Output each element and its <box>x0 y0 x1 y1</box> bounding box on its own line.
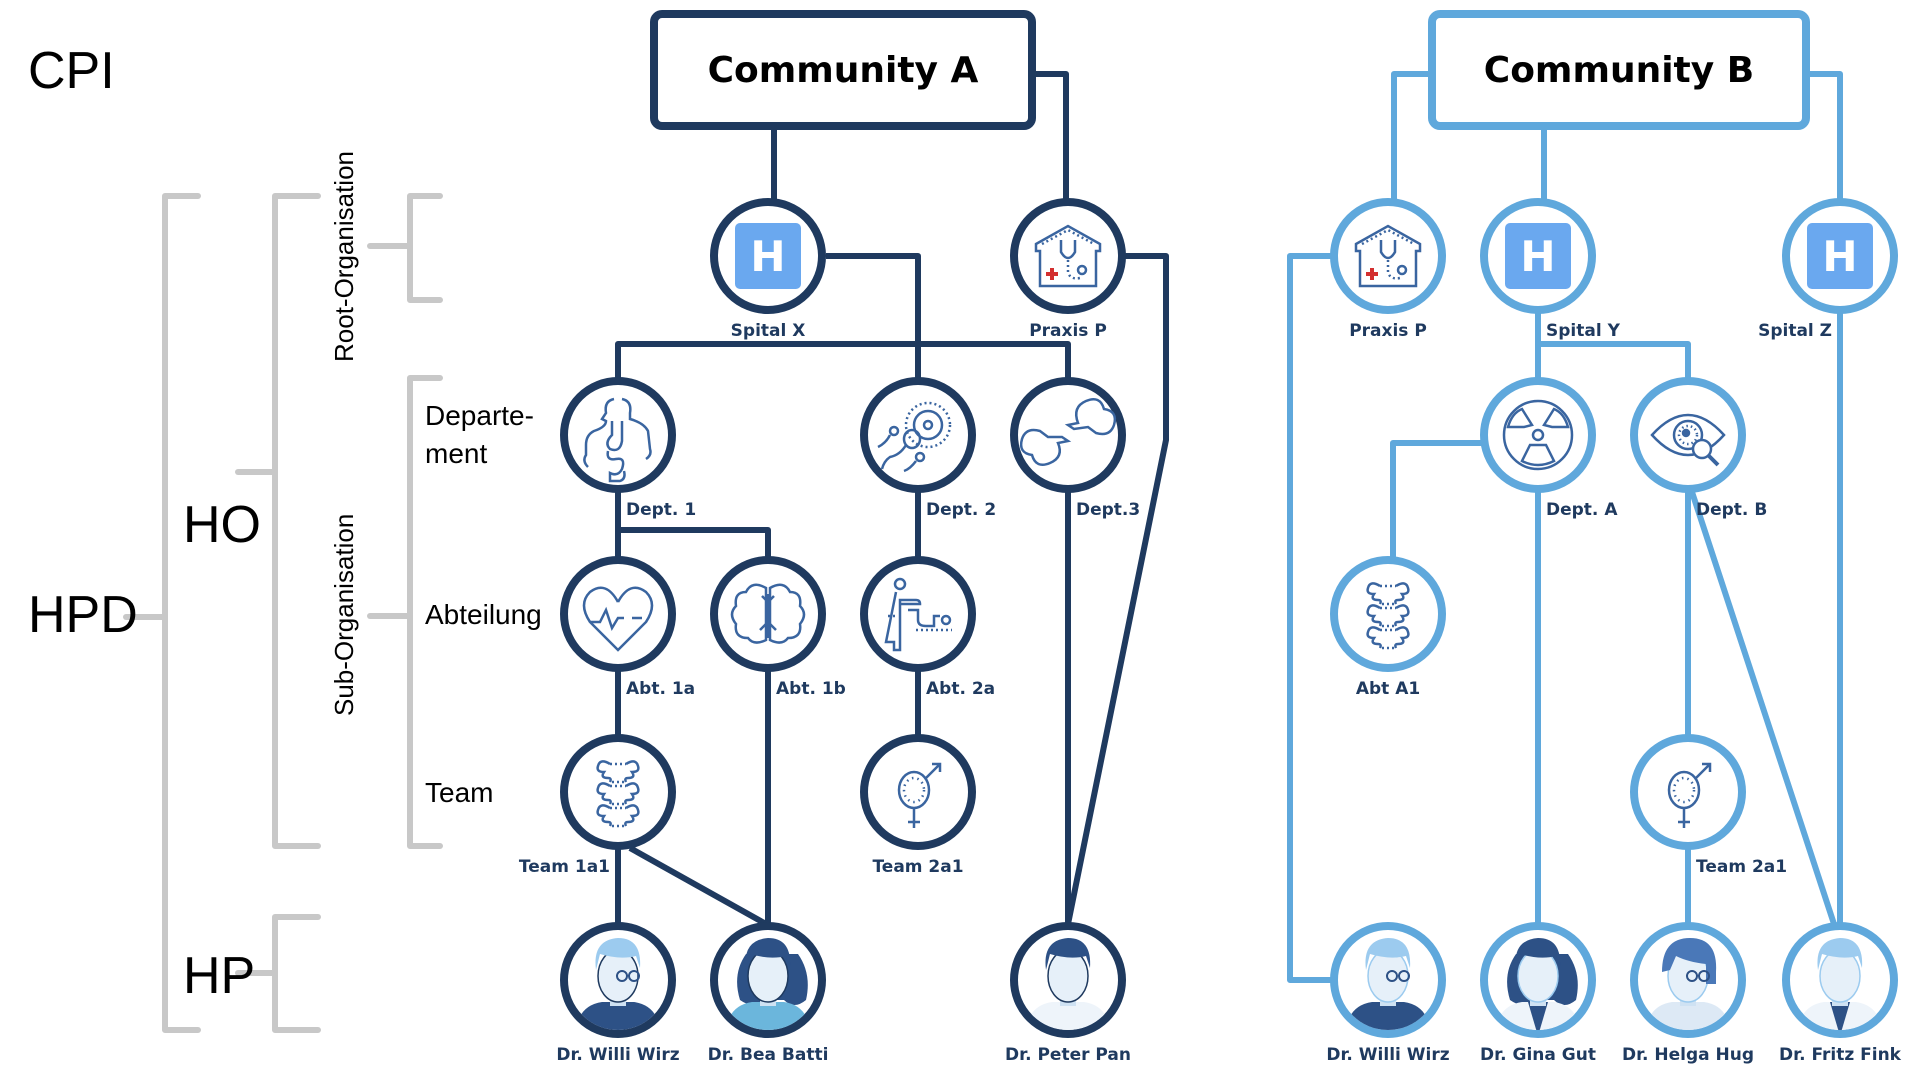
departement-label-2: ment <box>425 438 487 469</box>
community-a-node-team2a1[interactable]: Team 2a1 <box>860 734 976 877</box>
sub-org-label: Sub-Organisation <box>329 514 359 716</box>
community-a-node-abt2a[interactable]: Abt. 2a <box>860 556 995 699</box>
ho-bracket <box>272 193 321 849</box>
node-label: Dr. Bea Batti <box>708 1045 829 1065</box>
node-circle[interactable] <box>860 734 976 850</box>
community-b-node-spital_y[interactable]: Spital Y <box>1480 198 1621 341</box>
hpd-label: HPD <box>28 586 138 644</box>
community-b-node-willi[interactable]: Dr. Willi Wirz <box>1326 922 1450 1065</box>
community-a-node-abt1b[interactable]: Abt. 1b <box>710 556 846 699</box>
community-a-node-dept2[interactable]: Dept. 2 <box>860 377 996 520</box>
node-circle[interactable] <box>1330 556 1446 672</box>
ho-label: HO <box>183 496 261 554</box>
node-circle[interactable] <box>1010 198 1126 314</box>
node-label: Dept. 2 <box>926 500 996 520</box>
abteilung-label: Abteilung <box>425 599 542 630</box>
node-label: Spital Z <box>1758 321 1832 341</box>
team-label: Team <box>425 777 493 808</box>
node-label: Dr. Gina Gut <box>1480 1045 1596 1065</box>
node-circle[interactable] <box>1010 377 1126 493</box>
community-b-title: Community B <box>1484 50 1754 91</box>
node-label: Abt. 1a <box>626 679 695 699</box>
departement-label-1: Departe- <box>425 400 534 431</box>
node-label: Spital X <box>731 321 806 341</box>
community-a-node-bea[interactable]: Dr. Bea Batti <box>708 922 829 1065</box>
legend <box>123 193 443 1033</box>
node-label: Dr. Helga Hug <box>1622 1045 1754 1065</box>
hpd-bracket <box>162 193 201 1033</box>
community-diagram: H <box>28 10 1902 1065</box>
node-circle[interactable] <box>1480 377 1596 493</box>
node-label: Abt. 2a <box>926 679 995 699</box>
hp-bracket <box>272 914 321 1033</box>
community-a-title: Community A <box>708 50 979 91</box>
node-label: Praxis P <box>1349 321 1427 341</box>
node-label: Abt. 1b <box>776 679 846 699</box>
node-label: Dr. Willi Wirz <box>1326 1045 1449 1065</box>
community-a-node-dept1[interactable]: Dept. 1 <box>560 377 696 520</box>
community-b-node-team2a1[interactable]: Team 2a1 <box>1630 734 1787 877</box>
node-label: Team 2a1 <box>872 857 963 877</box>
node-label: Abt A1 <box>1356 679 1420 699</box>
node-label: Dept. A <box>1546 500 1618 520</box>
hospital-icon <box>735 223 801 289</box>
cpi-label: CPI <box>28 42 115 100</box>
node-label: Team 1a1 <box>519 857 610 877</box>
node-label: Spital Y <box>1546 321 1621 341</box>
hp-label: HP <box>183 947 255 1005</box>
root-org-label: Root-Organisation <box>329 151 359 362</box>
node-label: Praxis P <box>1029 321 1107 341</box>
node-label: Dr. Willi Wirz <box>556 1045 679 1065</box>
community-b-node-depta[interactable]: Dept. A <box>1480 377 1618 520</box>
node-label: Dr. Peter Pan <box>1005 1045 1131 1065</box>
node-circle[interactable] <box>560 556 676 672</box>
node-label: Dept. B <box>1696 500 1767 520</box>
community-a-node-abt1a[interactable]: Abt. 1a <box>560 556 695 699</box>
node-label: Dr. Fritz Fink <box>1779 1045 1902 1065</box>
node-label: Dept. 1 <box>626 500 696 520</box>
community-b-node-fritz[interactable]: Dr. Fritz Fink <box>1779 922 1902 1065</box>
hospital-icon <box>1807 223 1873 289</box>
node-circle[interactable] <box>560 734 676 850</box>
community-b-node-gina[interactable]: Dr. Gina Gut <box>1480 922 1596 1065</box>
community-a-node-peter[interactable]: Dr. Peter Pan <box>1005 922 1131 1065</box>
community-a-node-willi[interactable]: Dr. Willi Wirz <box>556 922 680 1065</box>
community-b-node-deptb[interactable]: Dept. B <box>1630 377 1767 520</box>
node-label: Dept.3 <box>1076 500 1140 520</box>
community-a-node-dept3[interactable]: Dept.3 <box>1010 377 1140 520</box>
node-circle[interactable] <box>1630 734 1746 850</box>
community-a-node-praxis_p[interactable]: Praxis P <box>1010 198 1126 341</box>
node-circle[interactable] <box>1330 198 1446 314</box>
hospital-icon <box>1505 223 1571 289</box>
community-b-node-abta1[interactable]: Abt A1 <box>1330 556 1446 699</box>
community-a-node-spital_x[interactable]: Spital X <box>710 198 826 341</box>
community-b-node-helga[interactable]: Dr. Helga Hug <box>1622 922 1754 1065</box>
node-label: Team 2a1 <box>1696 857 1787 877</box>
community-b-node-spital_z[interactable]: Spital Z <box>1758 198 1898 341</box>
community-b-node-praxis_p[interactable]: Praxis P <box>1330 198 1446 341</box>
root-org-bracket <box>407 193 443 303</box>
